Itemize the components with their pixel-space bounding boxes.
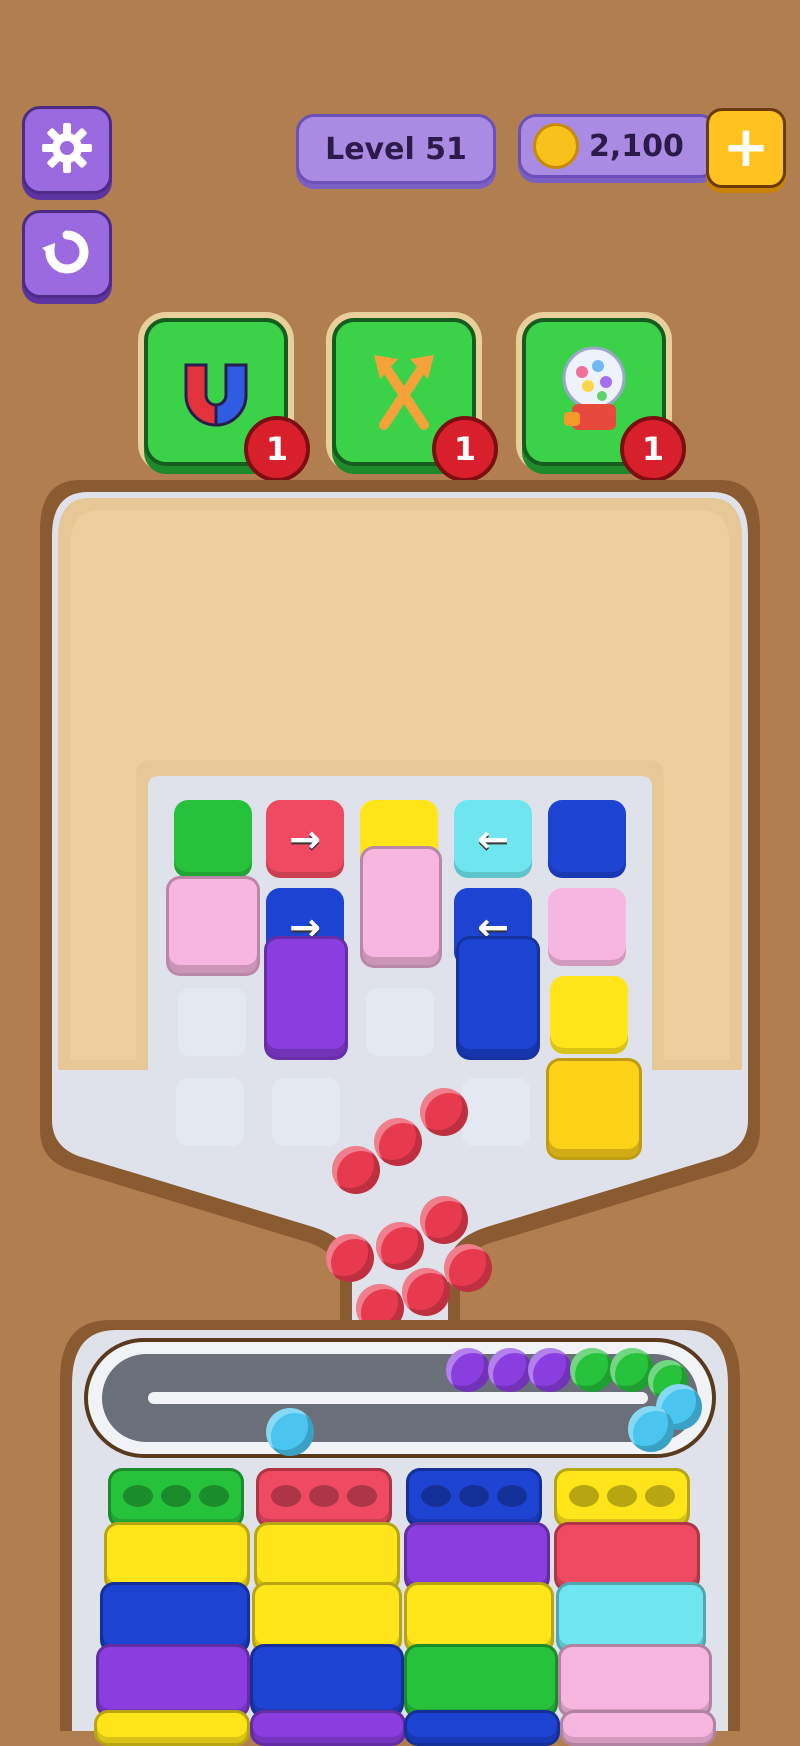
red-ball: [332, 1146, 380, 1194]
empty-slot: [462, 1078, 530, 1146]
green-ball: [570, 1348, 614, 1392]
gumball-machine-icon: [554, 342, 634, 442]
blue-car[interactable]: [456, 936, 540, 1060]
shelf-block-blue: [404, 1710, 560, 1746]
purple-ball: [528, 1348, 572, 1392]
tile-blue[interactable]: [548, 800, 626, 878]
shelf-block-purple: [250, 1710, 406, 1746]
tile-green[interactable]: [174, 800, 252, 878]
shelf-block-blue: [250, 1644, 404, 1718]
shuffle-icon: [364, 345, 444, 439]
purple-car[interactable]: [264, 936, 348, 1060]
restart-icon: [42, 227, 92, 281]
add-coins-button[interactable]: +: [706, 108, 786, 188]
arrow-right-icon: →: [289, 817, 321, 861]
red-ball: [376, 1222, 424, 1270]
cyan-ball: [266, 1408, 314, 1456]
coin-counter: 2,100: [518, 114, 718, 178]
shelf-top-green[interactable]: [108, 1468, 244, 1528]
cyan-ball: [628, 1406, 674, 1452]
red-ball: [326, 1234, 374, 1282]
plus-icon: +: [722, 115, 770, 180]
restart-button[interactable]: [22, 210, 112, 298]
shelf-top-red[interactable]: [256, 1468, 392, 1528]
red-ball: [420, 1196, 468, 1244]
purple-ball: [488, 1348, 532, 1392]
shelf-top-yellow[interactable]: [554, 1468, 690, 1528]
green-ball: [610, 1348, 654, 1392]
empty-slot: [366, 988, 434, 1056]
arrow-left-icon: ←: [477, 817, 509, 861]
tile-red-arrow[interactable]: →: [266, 800, 344, 878]
empty-slot: [176, 1078, 244, 1146]
shelf-block-yellow: [94, 1710, 250, 1746]
empty-slot: [178, 988, 246, 1056]
magnet-icon: [171, 345, 261, 439]
coin-amount: 2,100: [589, 128, 684, 164]
yellow-ball-block[interactable]: [546, 1058, 642, 1160]
shelf-block-green: [404, 1644, 558, 1718]
tile-pink[interactable]: [548, 888, 626, 966]
gear-icon: [40, 121, 94, 179]
tile-yellow[interactable]: [550, 976, 628, 1054]
shelf-top-blue[interactable]: [406, 1468, 542, 1528]
red-ball: [374, 1118, 422, 1166]
red-ball: [420, 1088, 468, 1136]
level-label: Level 51: [325, 131, 467, 167]
pink-car[interactable]: [360, 846, 442, 968]
shelf-block-pink: [560, 1710, 716, 1746]
shelf-block-purple: [96, 1644, 250, 1718]
tile-cyan-arrow[interactable]: ←: [454, 800, 532, 878]
shelf-block-pink: [558, 1644, 712, 1718]
red-ball: [444, 1244, 492, 1292]
conveyor-divider: [148, 1392, 648, 1404]
purple-ball: [446, 1348, 490, 1392]
empty-slot: [272, 1078, 340, 1146]
coin-icon: [533, 123, 579, 169]
level-indicator: Level 51: [296, 114, 496, 184]
settings-button[interactable]: [22, 106, 112, 194]
pink-ball-block[interactable]: [166, 876, 260, 976]
